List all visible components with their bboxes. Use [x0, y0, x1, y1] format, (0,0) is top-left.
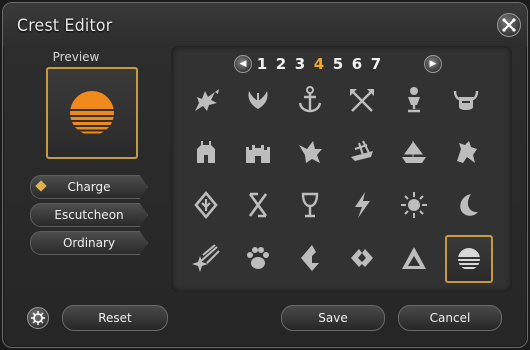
crest-galleon[interactable] [392, 130, 436, 174]
category-escutcheon-button[interactable]: Escutcheon [30, 203, 148, 227]
wine-glass-icon [301, 192, 319, 218]
crest-triangle-mark[interactable] [392, 236, 436, 280]
sunset-stripes-icon [458, 248, 480, 269]
reset-button[interactable]: Reset [62, 305, 168, 331]
crest-crossed-axes[interactable] [340, 78, 384, 122]
comet-icon [192, 244, 220, 272]
chevron-right-icon: ▶ [429, 59, 437, 69]
page-4[interactable]: 4 [309, 53, 329, 75]
ship-wreck-icon [351, 140, 373, 161]
preview-label: Preview [52, 50, 100, 64]
page-1[interactable]: 1 [254, 53, 270, 75]
crest-chalice[interactable] [392, 78, 436, 122]
crossed-axes-icon [350, 89, 374, 112]
crest-wine-glass[interactable] [288, 183, 332, 227]
crest-sun[interactable] [392, 183, 436, 227]
crest-crossed-swords[interactable] [236, 183, 280, 227]
page-next-button[interactable]: ▶ [424, 55, 442, 73]
chain-link-icon [351, 249, 373, 267]
crest-comet[interactable] [184, 236, 228, 280]
window-title: Crest Editor [17, 16, 113, 36]
crest-rune-stone[interactable] [184, 183, 228, 227]
hook-rune-icon [301, 245, 319, 271]
settings-button[interactable] [27, 307, 49, 329]
twin-wings-icon [248, 91, 268, 109]
wyvern-icon [299, 141, 322, 163]
category-ordinary-button[interactable]: Ordinary [30, 231, 148, 255]
sunset-stripes-icon [70, 91, 114, 134]
close-icon [502, 18, 516, 32]
crest-dragon[interactable] [184, 78, 228, 122]
page-6[interactable]: 6 [349, 53, 365, 75]
anchor-icon [298, 86, 322, 113]
crest-fortress[interactable] [236, 130, 280, 174]
crest-ship-wreck[interactable] [340, 130, 384, 174]
sun-icon [401, 192, 427, 218]
crest-castle-keep[interactable] [184, 130, 228, 174]
crest-griffin[interactable] [444, 130, 488, 174]
page-3[interactable]: 3 [292, 53, 308, 75]
chevron-left-icon: ◀ [239, 59, 247, 69]
save-button[interactable]: Save [281, 305, 385, 331]
crossed-swords-icon [248, 192, 268, 218]
crest-lightning[interactable] [340, 183, 384, 227]
crest-hook-rune[interactable] [288, 236, 332, 280]
crest-anchor[interactable] [288, 78, 332, 122]
titlebar: Crest Editor [3, 3, 527, 47]
category-charge-button[interactable]: Charge [30, 175, 148, 199]
triangle-mark-icon [402, 247, 426, 269]
close-button[interactable] [497, 13, 521, 37]
gear-icon [31, 311, 45, 325]
crest-horned-helm[interactable] [444, 78, 488, 122]
page-7[interactable]: 7 [368, 53, 384, 75]
chalice-icon [408, 87, 420, 113]
rune-stone-icon [194, 190, 218, 220]
preview-box [46, 67, 138, 159]
griffin-icon [457, 141, 477, 163]
lightning-icon [355, 192, 370, 218]
page-2[interactable]: 2 [273, 53, 289, 75]
crest-sunset-stripes-selected[interactable] [445, 235, 493, 283]
crest-twin-wings[interactable] [236, 78, 280, 122]
crest-wyvern[interactable] [288, 130, 332, 174]
page-prev-button[interactable]: ◀ [234, 55, 252, 73]
horned-helm-icon [453, 90, 479, 110]
dragon-icon [195, 89, 219, 111]
fortress-icon [246, 145, 270, 163]
cancel-button[interactable]: Cancel [398, 305, 502, 331]
crest-chain-link[interactable] [340, 236, 384, 280]
castle-keep-icon [197, 141, 215, 163]
paw-print-icon [247, 247, 269, 269]
crescent-moon-icon [460, 194, 478, 216]
page-5[interactable]: 5 [330, 53, 346, 75]
crest-paw-print[interactable] [236, 236, 280, 280]
crest-crescent-moon[interactable] [444, 183, 488, 227]
galleon-icon [402, 140, 426, 163]
